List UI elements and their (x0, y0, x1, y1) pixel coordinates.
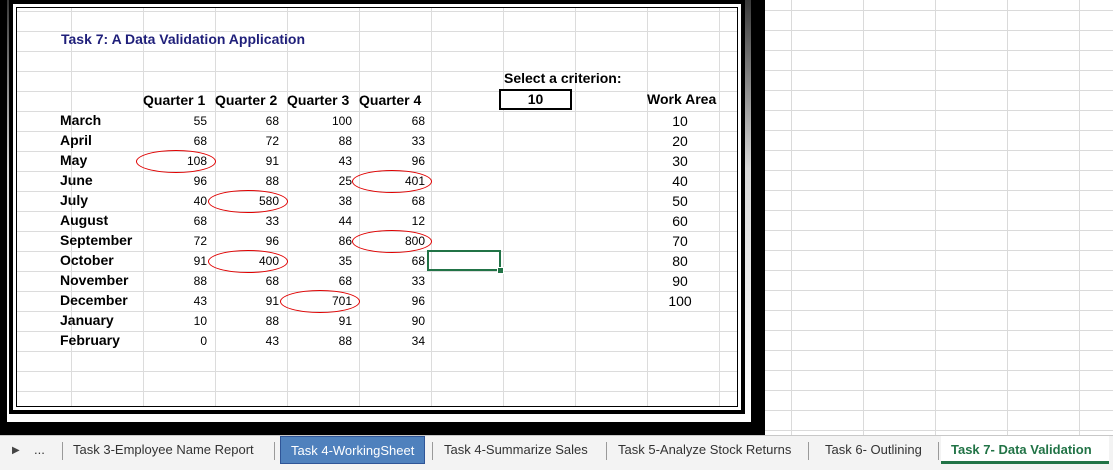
month-label[interactable]: November (60, 272, 128, 288)
work-area-cell[interactable]: 10 (660, 113, 700, 129)
value-cell[interactable]: 90 (375, 314, 425, 328)
work-area-cell[interactable]: 20 (660, 133, 700, 149)
fill-handle[interactable] (497, 267, 504, 274)
criterion-label: Select a criterion: (504, 70, 622, 86)
value-cell[interactable]: 43 (229, 334, 279, 348)
invalid-data-circle (352, 230, 432, 253)
value-cell[interactable]: 68 (229, 274, 279, 288)
work-area-cell[interactable]: 100 (660, 293, 700, 309)
invalid-data-circle (136, 150, 216, 173)
work-area-cell[interactable]: 50 (660, 193, 700, 209)
month-label[interactable]: October (60, 252, 114, 268)
work-area-header: Work Area (647, 91, 717, 107)
month-label[interactable]: May (60, 152, 87, 168)
value-cell[interactable]: 96 (229, 234, 279, 248)
value-cell[interactable]: 100 (302, 114, 352, 128)
value-cell[interactable]: 44 (302, 214, 352, 228)
value-cell[interactable]: 86 (302, 234, 352, 248)
tab-task-4-workingsheet[interactable]: Task 4-WorkingSheet (280, 436, 426, 464)
work-area-cell[interactable]: 70 (660, 233, 700, 249)
month-label[interactable]: January (60, 312, 114, 328)
tab-task-3-employee-name-report[interactable]: Task 3-Employee Name Report (63, 436, 264, 464)
month-label[interactable]: February (60, 332, 120, 348)
value-cell[interactable]: 10 (157, 314, 207, 328)
invalid-data-circle (352, 170, 432, 193)
month-label[interactable]: June (60, 172, 93, 188)
value-cell[interactable]: 35 (302, 254, 352, 268)
month-label[interactable]: July (60, 192, 88, 208)
work-area-cell[interactable]: 40 (660, 173, 700, 189)
tab-separator (938, 442, 939, 460)
tab-separator (808, 442, 809, 460)
tab-task-6-outlining[interactable]: Task 6- Outlining (815, 436, 932, 464)
month-label[interactable]: March (60, 112, 101, 128)
value-cell[interactable]: 88 (157, 274, 207, 288)
more-tabs-button[interactable]: ... (28, 436, 51, 464)
value-cell[interactable]: 88 (302, 334, 352, 348)
tab-task-7-data-validation[interactable]: Task 7- Data Validation (941, 436, 1109, 464)
header-quarter-2[interactable]: Quarter 2 (215, 92, 277, 108)
value-cell[interactable]: 68 (157, 214, 207, 228)
value-cell[interactable]: 72 (157, 234, 207, 248)
tab-separator (274, 442, 275, 460)
value-cell[interactable]: 55 (157, 114, 207, 128)
value-cell[interactable]: 96 (375, 154, 425, 168)
scroll-right-icon[interactable]: ▶ (12, 445, 20, 456)
value-cell[interactable]: 43 (157, 294, 207, 308)
header-quarter-1[interactable]: Quarter 1 (143, 92, 205, 108)
work-area-cell[interactable]: 80 (660, 253, 700, 269)
value-cell[interactable]: 96 (157, 174, 207, 188)
invalid-data-circle (280, 290, 360, 313)
sheet-tab-bar: ▶ ... Task 3-Employee Name Report Task 4… (0, 435, 1113, 470)
sheet-title: Task 7: A Data Validation Application (61, 31, 306, 47)
month-label[interactable]: December (60, 292, 128, 308)
month-label[interactable]: September (60, 232, 132, 248)
tab-task-4-summarize-sales[interactable]: Task 4-Summarize Sales (434, 436, 598, 464)
value-cell[interactable]: 25 (302, 174, 352, 188)
value-cell[interactable]: 88 (229, 174, 279, 188)
value-cell[interactable]: 33 (375, 134, 425, 148)
invalid-data-circle (208, 250, 288, 273)
value-cell[interactable]: 68 (375, 114, 425, 128)
value-cell[interactable]: 34 (375, 334, 425, 348)
value-cell[interactable]: 33 (229, 214, 279, 228)
tab-separator (432, 442, 433, 460)
tab-task-5-analyze-stock-returns[interactable]: Task 5-Analyze Stock Returns (608, 436, 801, 464)
month-label[interactable]: April (60, 132, 92, 148)
value-cell[interactable]: 12 (375, 214, 425, 228)
invalid-data-circle (208, 190, 288, 213)
value-cell[interactable]: 91 (302, 314, 352, 328)
month-label[interactable]: August (60, 212, 108, 228)
work-area-cell[interactable]: 60 (660, 213, 700, 229)
value-cell[interactable]: 88 (302, 134, 352, 148)
value-cell[interactable]: 91 (229, 294, 279, 308)
selected-cell[interactable] (427, 250, 501, 271)
value-cell[interactable]: 68 (375, 194, 425, 208)
value-cell[interactable]: 96 (375, 294, 425, 308)
work-area-cell[interactable]: 30 (660, 153, 700, 169)
value-cell[interactable]: 43 (302, 154, 352, 168)
value-cell[interactable]: 68 (229, 114, 279, 128)
value-cell[interactable]: 91 (157, 254, 207, 268)
header-quarter-4[interactable]: Quarter 4 (359, 92, 421, 108)
value-cell[interactable]: 40 (157, 194, 207, 208)
header-quarter-3[interactable]: Quarter 3 (287, 92, 349, 108)
value-cell[interactable]: 33 (375, 274, 425, 288)
value-cell[interactable]: 68 (302, 274, 352, 288)
value-cell[interactable]: 88 (229, 314, 279, 328)
work-area-cell[interactable]: 90 (660, 273, 700, 289)
value-cell[interactable]: 68 (157, 134, 207, 148)
value-cell[interactable]: 68 (375, 254, 425, 268)
criterion-dropdown[interactable]: 10 (499, 89, 572, 110)
value-cell[interactable]: 91 (229, 154, 279, 168)
value-cell[interactable]: 72 (229, 134, 279, 148)
value-cell[interactable]: 38 (302, 194, 352, 208)
value-cell[interactable]: 0 (157, 334, 207, 348)
tab-separator (606, 442, 607, 460)
